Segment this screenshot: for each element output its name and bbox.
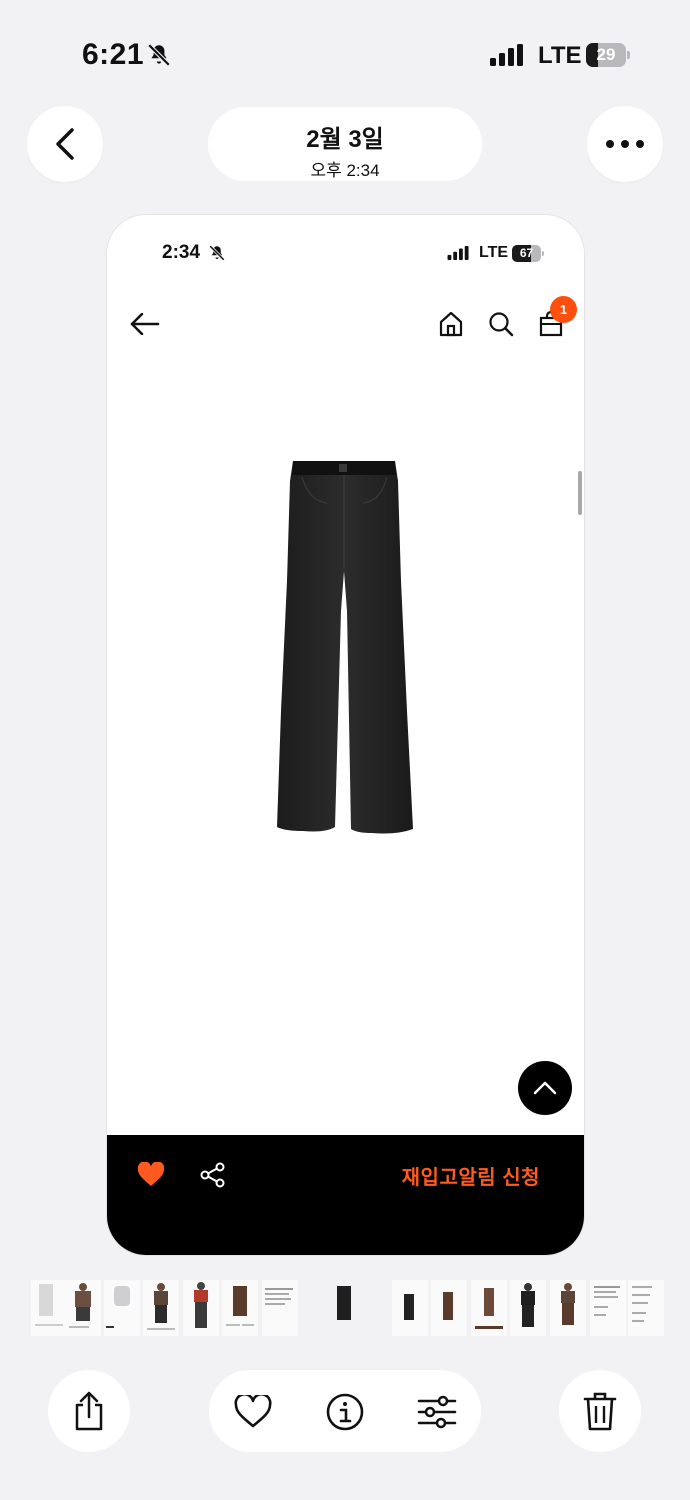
share-up-icon: [75, 1391, 103, 1431]
thumbnail[interactable]: [143, 1280, 179, 1336]
photo-date: 2월 3일: [306, 126, 384, 153]
thumbnail[interactable]: [104, 1280, 140, 1336]
heart-icon[interactable]: [137, 1161, 165, 1193]
product-image: [277, 461, 417, 841]
photo-time: 오후 2:34: [310, 161, 380, 180]
thumbnail[interactable]: [431, 1280, 467, 1336]
bell-slash-icon: [146, 42, 172, 73]
app-home-button[interactable]: [435, 308, 467, 340]
edit-adjust-button[interactable]: [417, 1392, 457, 1432]
photo-actions-group: [209, 1370, 481, 1452]
thumbnail[interactable]: [183, 1280, 219, 1336]
app-back-button[interactable]: [127, 307, 163, 341]
favorite-button[interactable]: [233, 1392, 273, 1432]
network-label: LTE: [538, 42, 582, 69]
bell-slash-icon: [208, 244, 226, 267]
chevron-up-icon: [533, 1081, 557, 1095]
status-bar: 6:21 LTE 29: [0, 0, 690, 110]
search-icon: [489, 312, 514, 337]
share-icon[interactable]: [200, 1162, 226, 1193]
thumbnail[interactable]: [65, 1280, 101, 1336]
thumbnail[interactable]: [510, 1280, 546, 1336]
thumbnail[interactable]: [590, 1280, 626, 1336]
sliders-icon: [417, 1395, 457, 1429]
thumbnail[interactable]: [550, 1280, 586, 1336]
battery-icon: 67: [512, 245, 544, 262]
battery-level: 29: [596, 45, 616, 64]
signal-icon: [447, 246, 471, 265]
thumbnail[interactable]: [392, 1280, 428, 1336]
thumbnail[interactable]: [222, 1280, 258, 1336]
more-button[interactable]: [587, 106, 663, 182]
thumbnail-strip[interactable]: [0, 1280, 690, 1340]
share-button[interactable]: [48, 1370, 130, 1452]
info-icon: [326, 1393, 364, 1431]
trash-icon: [583, 1392, 617, 1431]
restock-alert-button[interactable]: 재입고알림 신청: [402, 1161, 540, 1190]
thumbnail[interactable]: [471, 1280, 507, 1336]
delete-button[interactable]: [559, 1370, 641, 1452]
screenshot-preview[interactable]: 2:34 LTE 67 1 재입고알림 신청: [106, 214, 585, 1256]
battery-icon: 29: [586, 43, 630, 67]
thumbnail-selected[interactable]: [326, 1280, 362, 1336]
thumbnail[interactable]: [628, 1280, 664, 1336]
product-action-bar: 재입고알림 신청: [107, 1135, 584, 1255]
ellipsis-icon: [606, 140, 644, 148]
screenshot-status-time: 2:34: [162, 242, 201, 263]
arrow-left-icon: [130, 313, 160, 335]
heart-outline-icon: [234, 1395, 272, 1428]
info-button[interactable]: [325, 1392, 365, 1432]
status-time: 6:21: [82, 38, 145, 71]
thumbnail[interactable]: [262, 1280, 298, 1336]
back-button[interactable]: [27, 106, 103, 182]
scroll-to-top-button[interactable]: [518, 1061, 572, 1115]
screenshot-network-label: LTE: [479, 244, 509, 261]
signal-icon: [490, 44, 526, 71]
thumbnail[interactable]: [31, 1280, 67, 1336]
app-search-button[interactable]: [485, 308, 517, 340]
date-header: 2월 3일 오후 2:34: [208, 107, 482, 181]
screenshot-battery-level: 67: [519, 246, 534, 260]
cart-count-badge: 1: [550, 296, 577, 323]
chevron-left-icon: [56, 128, 74, 160]
scrollbar-thumb[interactable]: [578, 471, 582, 515]
home-icon: [439, 311, 463, 337]
